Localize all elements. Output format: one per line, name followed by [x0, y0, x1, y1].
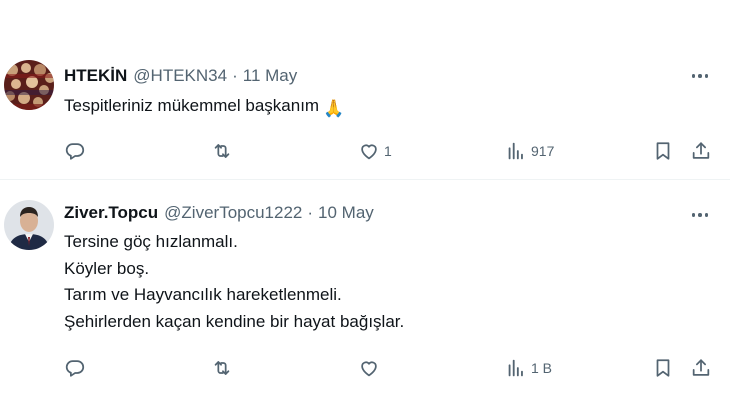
tweet-date[interactable]: 10 May	[318, 203, 374, 223]
share-icon	[692, 359, 710, 376]
heart-icon	[361, 144, 377, 160]
retweet-button[interactable]	[211, 354, 237, 382]
like-button[interactable]: 1	[358, 137, 392, 165]
share-button[interactable]	[690, 137, 712, 165]
display-name[interactable]: HTEKİN	[64, 66, 127, 86]
heart-icon	[361, 361, 377, 377]
bookmark-icon	[656, 359, 670, 377]
user-handle[interactable]: @ZiverTopcu1222	[164, 203, 302, 223]
tweet-header: Ziver.Topcu @ZiverTopcu1222 · 10 May	[64, 203, 374, 223]
bookmark-icon	[656, 142, 670, 160]
tweet-text-line: Tersine göç hızlanmalı.	[64, 232, 238, 251]
views-button[interactable]: 917	[505, 137, 554, 165]
folded-hands-emoji: 🙏	[323, 99, 345, 118]
tweet-text-content: Tespitleriniz mükemmel başkanım	[64, 96, 320, 115]
tweet-text: Tersine göç hızlanmalı. Köyler boş. Tarı…	[64, 229, 404, 335]
tweet-actions: 1 B	[0, 354, 730, 382]
display-name[interactable]: Ziver.Topcu	[64, 203, 158, 223]
tweet-text-line: Şehirlerden kaçan kendine bir hayat bağı…	[64, 311, 405, 331]
retweet-icon	[214, 144, 230, 158]
view-count: 917	[531, 143, 555, 159]
view-count: 1 B	[531, 360, 553, 376]
retweet-icon	[214, 361, 230, 375]
share-button[interactable]	[690, 354, 712, 382]
more-icon[interactable]	[688, 66, 712, 86]
separator: ·	[307, 203, 314, 222]
tweet-text-line: Köyler boş.	[64, 258, 150, 278]
tweet-text-line: Tarım ve Hayvancılık hareketlenmeli.	[64, 285, 342, 304]
views-icon	[508, 142, 523, 160]
reply-button[interactable]	[64, 354, 90, 382]
avatar[interactable]	[4, 200, 54, 250]
tweet-header: HTEKİN @HTEKN34 · 11 May	[64, 66, 297, 86]
like-button[interactable]	[358, 354, 384, 382]
bookmark-button[interactable]	[652, 354, 674, 382]
bookmark-button[interactable]	[652, 137, 674, 165]
tweet-text: Tespitleriniz mükemmel başkanım 🙏	[64, 93, 344, 123]
retweet-button[interactable]	[211, 137, 237, 165]
tweet-text-line: Tespitleriniz mükemmel başkanım 🙏	[64, 93, 344, 123]
reply-icon	[65, 143, 85, 160]
more-icon[interactable]	[688, 205, 712, 225]
avatar[interactable]	[4, 60, 54, 110]
tweet-date[interactable]: 11 May	[243, 66, 298, 86]
tweet[interactable]: HTEKİN @HTEKN34 · 11 May Tespitleriniz m…	[0, 46, 730, 179]
tweet-actions: 1 917	[0, 137, 730, 165]
user-handle[interactable]: @HTEKN34	[133, 66, 227, 86]
reply-button[interactable]	[64, 137, 90, 165]
views-button[interactable]: 1 B	[505, 354, 552, 382]
reply-icon	[65, 360, 85, 377]
views-icon	[508, 359, 523, 377]
share-icon	[692, 142, 710, 159]
separator: ·	[232, 66, 238, 85]
tweet[interactable]: Ziver.Topcu @ZiverTopcu1222 · 10 May Ter…	[0, 180, 730, 390]
like-count: 1	[384, 143, 392, 159]
